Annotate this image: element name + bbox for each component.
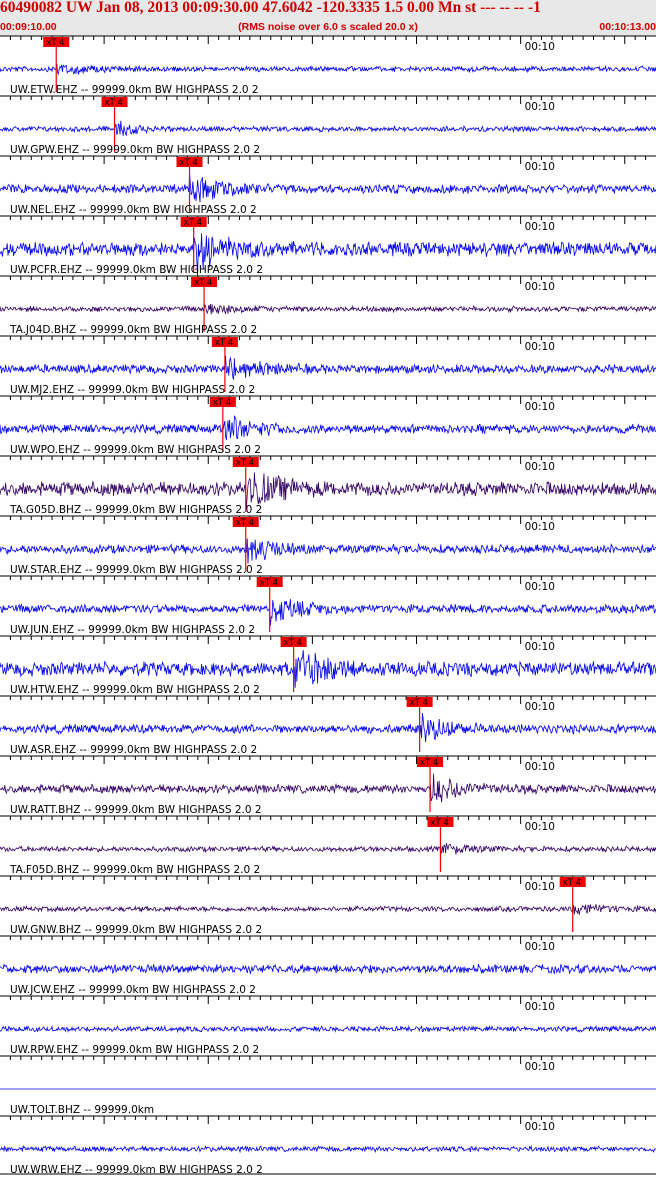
time-mark-label: 00:10	[525, 701, 555, 713]
waveform	[0, 843, 656, 855]
time-mark-label: 00:10	[525, 881, 555, 893]
station-label: UW.MJ2.EHZ -- 99999.0km BW HIGHPASS 2.0 …	[10, 384, 255, 396]
trace-row: 00:10 UW.JCW.EHZ -- 99999.0km BW HIGHPASS…	[0, 935, 656, 996]
waveform	[0, 304, 656, 315]
station-label: UW.ETW.EHZ -- 99999.0km BW HIGHPASS 2.0 …	[10, 84, 259, 96]
trace-row: 00:10 xT 4 UW.HTW.EHZ -- 99999.0km BW HIGH…	[0, 635, 656, 696]
station-label: UW.JCW.EHZ -- 99999.0km BW HIGHPASS 2.0 …	[10, 984, 256, 996]
time-mark-label: 00:10	[525, 641, 555, 653]
time-mark-label: 00:10	[525, 161, 555, 173]
pick-label: xT 4	[563, 878, 581, 888]
waveform	[0, 963, 656, 975]
pick-label: xT 4	[184, 218, 202, 228]
trace-row: 00:10 xT 4 TA.F05D.BHZ -- 99999.0km BW HIG…	[0, 815, 656, 876]
waveform	[0, 1144, 656, 1154]
station-label: UW.STAR.EHZ -- 99999.0km BW HIGHPASS 2.0…	[10, 564, 263, 576]
pick-label: xT 4	[180, 158, 198, 168]
trace-row: 00:10 xT 4 UW.STAR.EHZ -- 99999.0km BW HIG…	[0, 515, 656, 576]
time-mark-label: 00:10	[525, 1121, 555, 1133]
trace-row: 00:10 xT 4 UW.ETW.EHZ -- 99999.0km BW HIGH…	[0, 35, 656, 96]
station-label: UW.GNW.BHZ -- 99999.0km BW HIGHPASS 2.0 …	[10, 924, 262, 936]
pick-label: xT 4	[194, 278, 212, 288]
waveform	[0, 538, 656, 564]
station-label: UW.JUN.EHZ -- 99999.0km BW HIGHPASS 2.0 …	[10, 624, 255, 636]
time-mark-label: 00:10	[525, 581, 555, 593]
pick-label: xT 4	[213, 398, 231, 408]
station-label: UW.TOLT.BHZ -- 99999.0km	[10, 1104, 154, 1116]
time-mark-label: 00:10	[525, 101, 555, 113]
time-mark-label: 00:10	[525, 401, 555, 413]
waveform	[0, 649, 656, 688]
station-label: TA.G05D.BHZ -- 99999.0km BW HIGHPASS 2.0…	[9, 504, 262, 516]
trace-row: 00:10 xT 4 UW.GNW.BHZ -- 99999.0km BW HIGH…	[0, 875, 656, 936]
trace-row: 00:10 UW.RPW.EHZ -- 99999.0km BW HIGHPASS…	[0, 995, 656, 1056]
time-mark-label: 00:10	[525, 41, 555, 53]
station-label: UW.GPW.EHZ -- 99999.0km BW HIGHPASS 2.0 …	[10, 144, 260, 156]
trace-row: 00:10 xT 4 UW.PCFR.EHZ -- 99999.0km BW HIG…	[0, 215, 656, 277]
station-label: UW.HTW.EHZ -- 99999.0km BW HIGHPASS 2.0 …	[10, 684, 260, 696]
time-mark-label: 00:10	[525, 1061, 555, 1073]
pick-label: xT 4	[430, 818, 448, 828]
waveform	[0, 903, 656, 915]
trace-row: 00:10 xT 4 UW.GPW.EHZ -- 99999.0km BW HIGH…	[0, 95, 656, 156]
waveform	[0, 120, 656, 137]
pick-label: xT 4	[410, 698, 428, 708]
pick-label: xT 4	[260, 578, 278, 588]
time-mark-label: 00:10	[525, 521, 555, 533]
pick-label: xT 4	[46, 38, 64, 48]
time-mark-label: 00:10	[525, 281, 555, 293]
station-label: UW.WPO.EHZ -- 99999.0km BW HIGHPASS 2.0 …	[10, 444, 261, 456]
trace-row: 00:10 xT 4 UW.JUN.EHZ -- 99999.0km BW HIGH…	[0, 575, 656, 636]
waveform	[0, 63, 656, 76]
pick-label: xT 4	[236, 458, 254, 468]
trace-row: 00:10 xT 4 UW.ASR.EHZ -- 99999.0km BW HIGH…	[0, 695, 656, 756]
pick-label: xT 4	[420, 758, 438, 768]
pick-label: xT 4	[236, 518, 254, 528]
time-mark-label: 00:10	[525, 941, 555, 953]
station-label: TA.J04D.BHZ -- 99999.0km BW HIGHPASS 2.0…	[9, 324, 257, 336]
trace-row: 00:10UW.WRW.EHZ -- 99999.0km BW HIGHPASS…	[0, 1115, 656, 1176]
trace-row: 00:10 xT 4 UW.WPO.EHZ -- 99999.0km BW HIGH…	[0, 395, 656, 456]
station-label: UW.RPW.EHZ -- 99999.0km BW HIGHPASS 2.0 …	[10, 1044, 259, 1056]
station-label: UW.PCFR.EHZ -- 99999.0km BW HIGHPASS 2.0…	[10, 264, 263, 276]
waveform	[0, 713, 656, 743]
time-mark-label: 00:10	[525, 461, 555, 473]
waveform	[0, 414, 656, 441]
waveform	[0, 773, 656, 803]
pick-label: xT 4	[105, 98, 123, 108]
time-mark-label: 00:10	[525, 1001, 555, 1013]
trace-row: 00:10 xT 4 UW.MJ2.EHZ -- 99999.0km BW HIGH…	[0, 335, 656, 396]
time-mark-label: 00:10	[525, 341, 555, 353]
station-label: UW.RATT.BHZ -- 99999.0km BW HIGHPASS 2.0…	[10, 804, 262, 816]
seismogram-plot: 00:10 xT 4 UW.ETW.EHZ -- 99999.0km BW HIGH…	[0, 35, 656, 1176]
waveform	[0, 599, 656, 626]
waveform	[0, 355, 656, 380]
station-label: TA.F05D.BHZ -- 99999.0km BW HIGHPASS 2.0…	[9, 864, 260, 876]
time-mark-label: 00:10	[525, 821, 555, 833]
trace-row: 00:10 xT 4 UW.RATT.BHZ -- 99999.0km BW HIG…	[0, 755, 656, 816]
pick-label: xT 4	[215, 338, 233, 348]
station-label: UW.ASR.EHZ -- 99999.0km BW HIGHPASS 2.0 …	[10, 744, 257, 756]
pick-label: xT 4	[284, 638, 302, 648]
waveform	[0, 173, 656, 203]
time-mark-label: 00:10	[525, 761, 555, 773]
trace-row: 00:10 xT 4 TA.G05D.BHZ -- 99999.0km BW HIG…	[0, 455, 656, 516]
station-label: UW.NEL.EHZ -- 99999.0km BW HIGHPASS 2.0 …	[10, 204, 257, 216]
trace-row: 00:10 xT 4 UW.NEL.EHZ -- 99999.0km BW HIGH…	[0, 155, 656, 216]
time-mark-label: 00:10	[525, 221, 555, 233]
trace-row: 00:10 UW.TOLT.BHZ -- 99999.0km	[0, 1055, 656, 1116]
waveform	[0, 1024, 656, 1034]
trace-row: 00:10 xT 4 TA.J04D.BHZ -- 99999.0km BW HIG…	[0, 275, 656, 336]
